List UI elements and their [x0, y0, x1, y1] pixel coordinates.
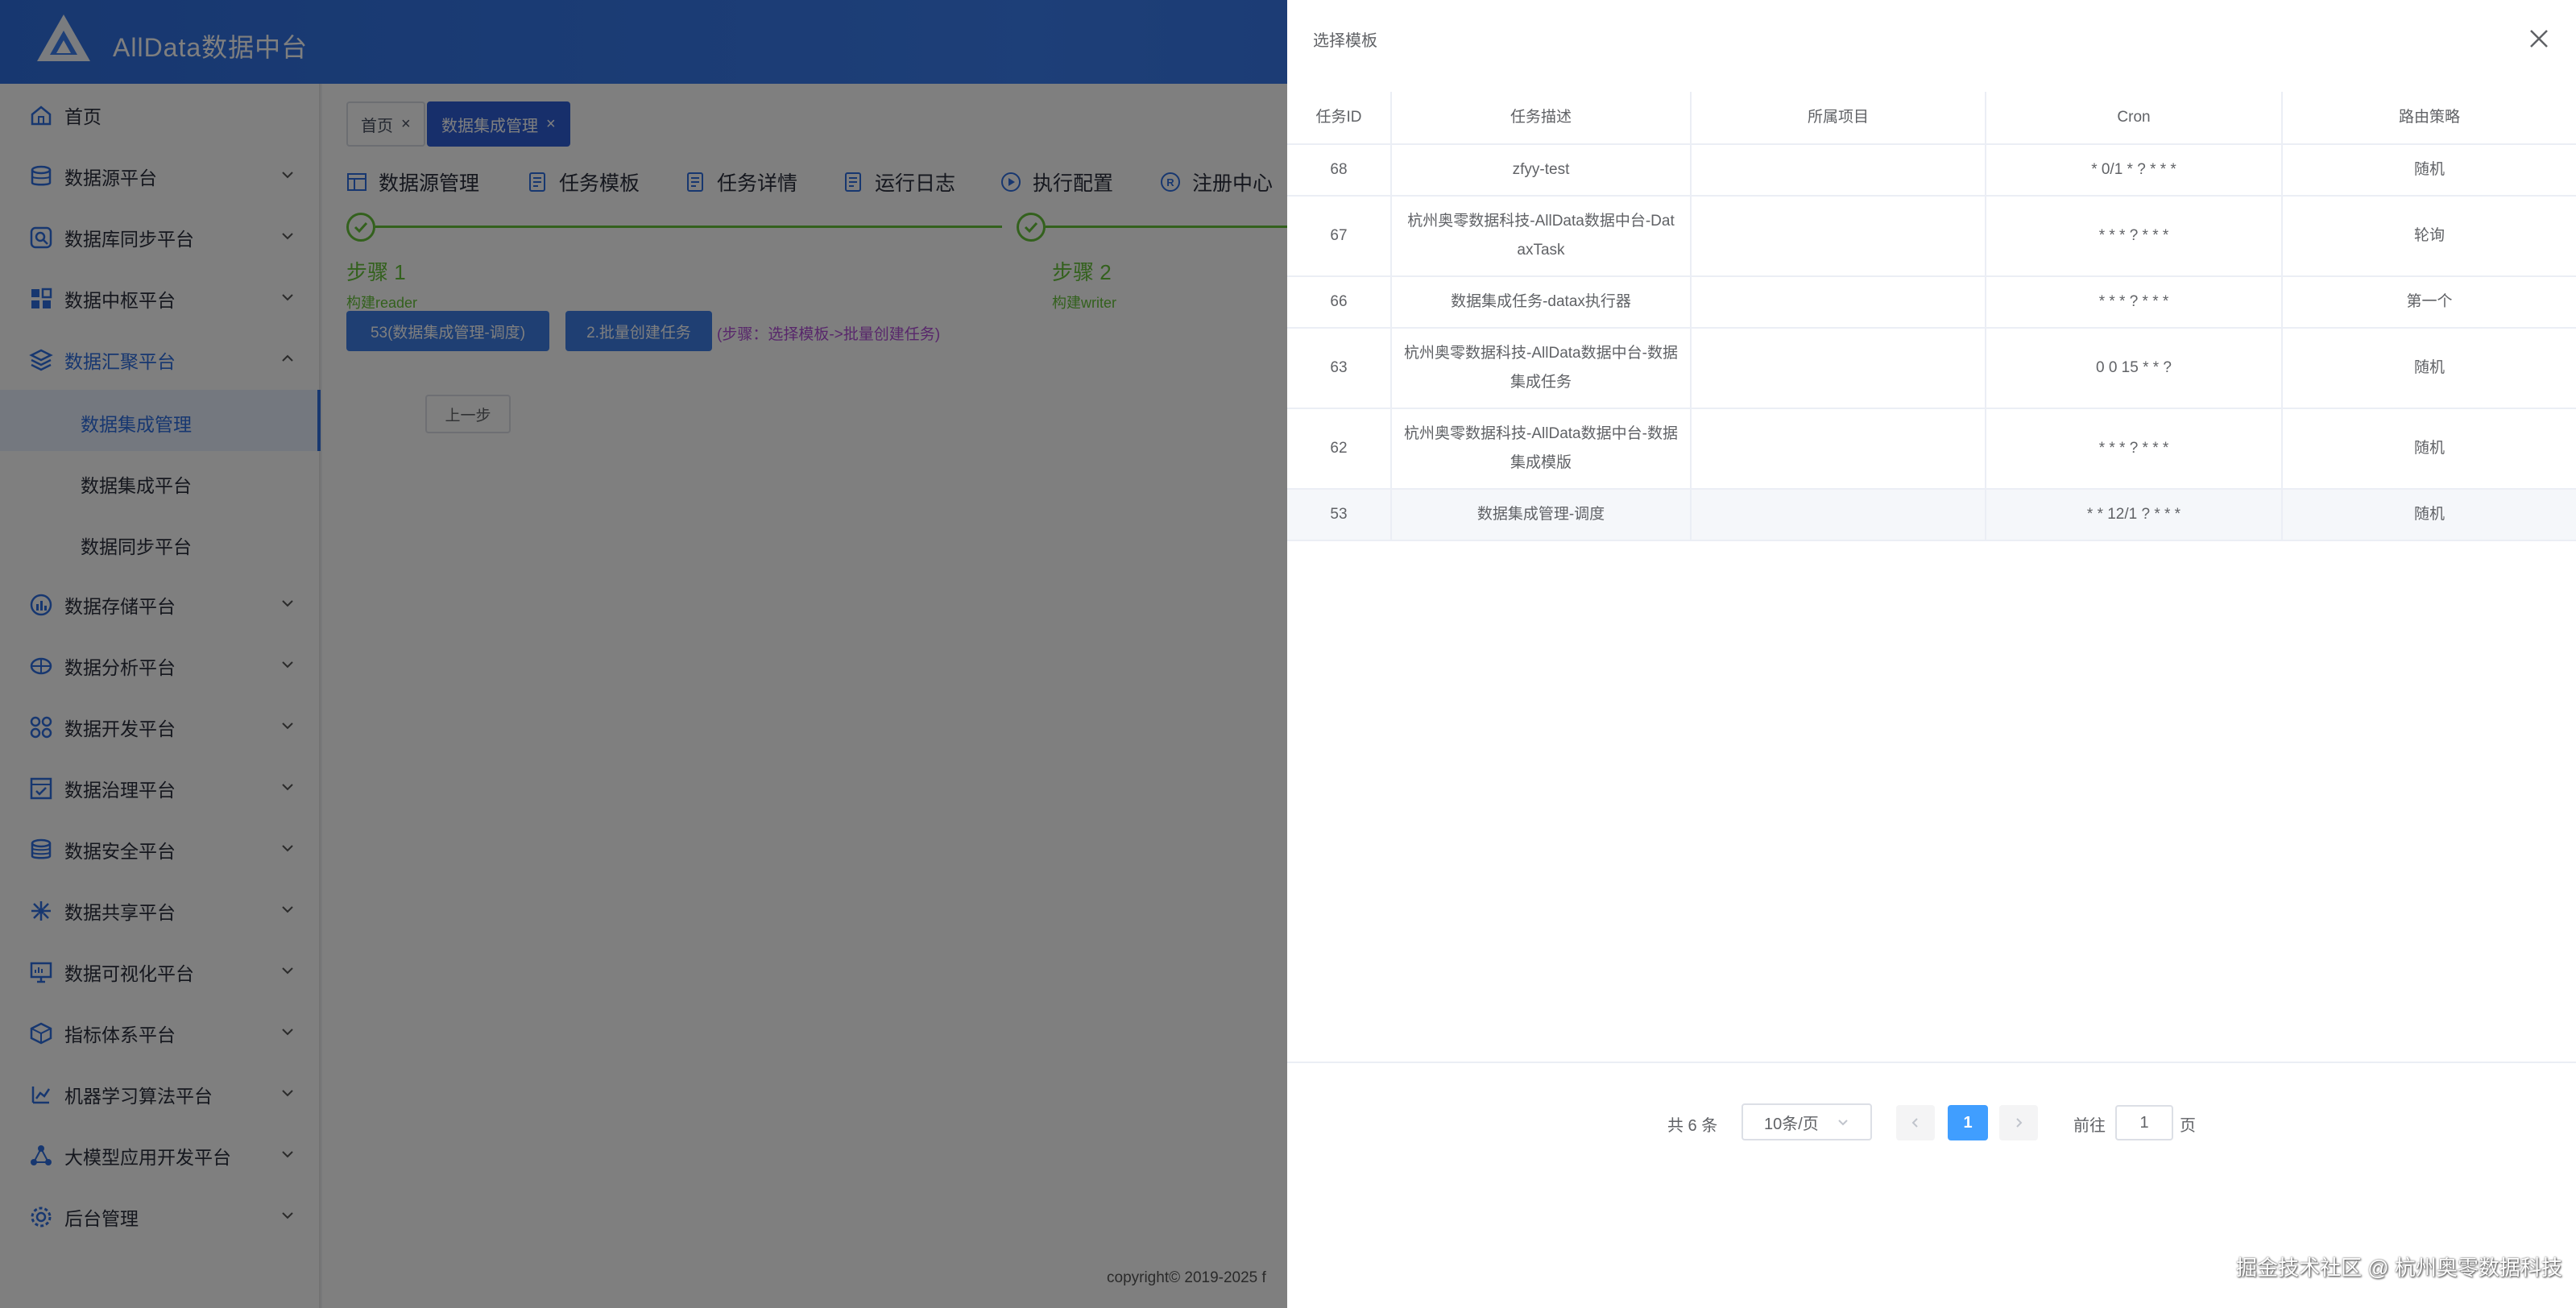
table-header-cell: Cron [1986, 92, 2283, 143]
cell-route: 轮询 [2413, 227, 2445, 244]
cell-cron: * * * ? * * * [1986, 197, 2283, 275]
cell-cron: * * * ? * * * [1986, 277, 2283, 327]
table-header-row: 任务ID 任务描述 所属项目 Cron 路由策略 [1287, 92, 2576, 145]
cell-cron: * * * ? * * * [1986, 409, 2283, 488]
cell-project [1692, 145, 1986, 195]
drawer-title: 选择模板 [1313, 32, 1377, 50]
cell-task-desc: zfyy-test [1392, 145, 1692, 195]
table-row[interactable]: 68 zfyy-test * 0/1 * ? * * * 随机 [1287, 145, 2576, 197]
table-row[interactable]: 53 数据集成管理-调度 * * 12/1 ? * * * 随机 [1287, 490, 2576, 541]
table-row[interactable]: 62 杭州奥零数据科技-AllData数据中台-数据集成模版 * * * ? *… [1287, 409, 2576, 490]
cell-project [1692, 329, 1986, 408]
cell-route: 随机 [2413, 440, 2445, 457]
cell-cron: 0 0 15 * * ? [1986, 329, 2283, 408]
page-size-value: 10条/页 [1764, 1115, 1819, 1133]
cell-task-desc: 杭州奥零数据科技-AllData数据中台-数据集成任务 [1392, 329, 1692, 408]
cell-task-id: 63 [1287, 329, 1392, 408]
table-row[interactable]: 67 杭州奥零数据科技-AllData数据中台-DataxTask * * * … [1287, 197, 2576, 277]
select-template-drawer: 选择模板 任务ID 任务描述 所属项目 Cron 路由策略 68 zfyy-te… [1287, 0, 2576, 1308]
cell-project [1692, 409, 1986, 488]
table-bottom-border [1287, 1062, 2576, 1063]
cell-task-id: 68 [1287, 145, 1392, 195]
cell-task-id: 66 [1287, 277, 1392, 327]
chevron-left-icon [1911, 1118, 1918, 1128]
table-header-cell: 任务描述 [1392, 92, 1692, 143]
cell-route: 第一个 [2406, 293, 2453, 310]
cell-project [1692, 490, 1986, 540]
cell-route: 随机 [2413, 359, 2445, 376]
cell-task-id: 67 [1287, 197, 1392, 275]
table-header-cell: 路由策略 [2398, 109, 2460, 126]
goto-page-input[interactable]: 1 [2115, 1105, 2173, 1140]
page-size-select[interactable]: 10条/页 [1741, 1103, 1872, 1140]
cell-task-id: 62 [1287, 409, 1392, 488]
table-header-cell: 任务ID [1287, 92, 1392, 143]
page-unit-label: 页 [2180, 1116, 2196, 1135]
table-row[interactable]: 63 杭州奥零数据科技-AllData数据中台-数据集成任务 0 0 15 * … [1287, 329, 2576, 409]
cell-project [1692, 197, 1986, 275]
cell-cron: * * 12/1 ? * * * [1986, 490, 2283, 540]
chevron-down-icon [1838, 1120, 1848, 1126]
cell-task-desc: 数据集成管理-调度 [1392, 490, 1692, 540]
page-number-current[interactable]: 1 [1948, 1105, 1988, 1140]
cell-route: 随机 [2413, 161, 2445, 178]
pagination-total: 共 6 条 [1667, 1116, 1718, 1135]
cell-task-desc: 杭州奥零数据科技-AllData数据中台-DataxTask [1392, 197, 1692, 275]
table-header-cell: 所属项目 [1692, 92, 1986, 143]
cell-route: 随机 [2413, 506, 2445, 523]
close-icon[interactable] [2526, 26, 2552, 52]
cell-cron: * 0/1 * ? * * * [1986, 145, 2283, 195]
table-row[interactable]: 66 数据集成任务-datax执行器 * * * ? * * * 第一个 [1287, 277, 2576, 329]
cell-task-id: 53 [1287, 490, 1392, 540]
goto-label: 前往 [2073, 1116, 2106, 1135]
watermark: 掘金技术社区 @ 杭州奥零数据科技 [2236, 1256, 2562, 1280]
chevron-right-icon [2016, 1118, 2023, 1128]
cell-task-desc: 数据集成任务-datax执行器 [1392, 277, 1692, 327]
cell-task-desc: 杭州奥零数据科技-AllData数据中台-数据集成模版 [1392, 409, 1692, 488]
prev-page-button[interactable] [1896, 1105, 1935, 1140]
next-page-button[interactable] [1999, 1105, 2038, 1140]
cell-project [1692, 277, 1986, 327]
